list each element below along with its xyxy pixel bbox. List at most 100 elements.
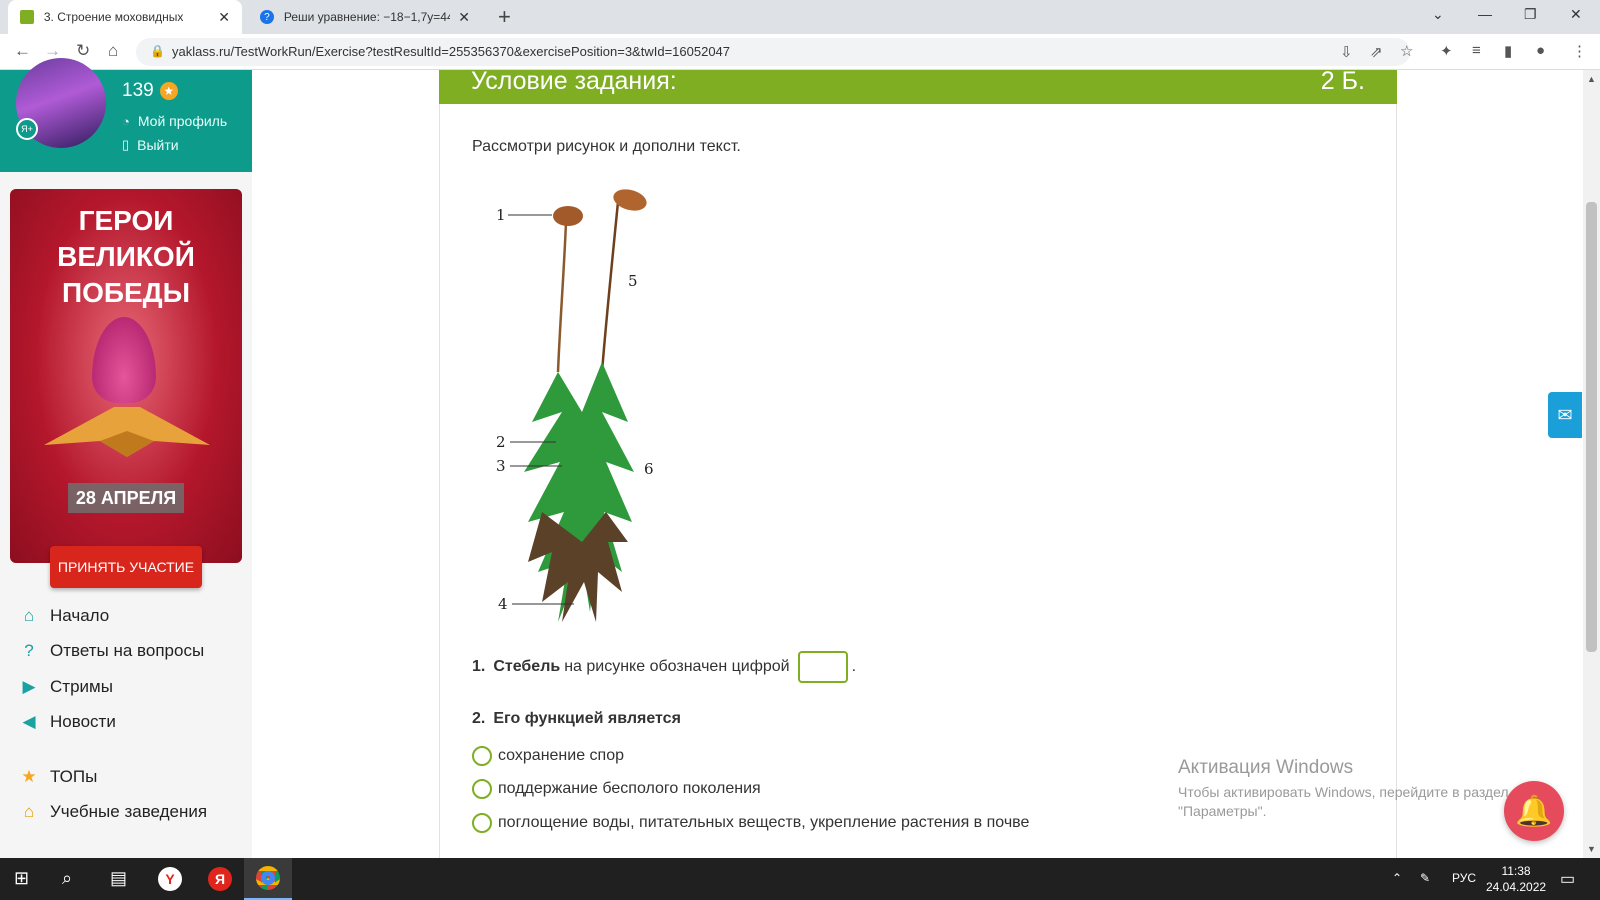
windows-start-icon[interactable]: ⊞ bbox=[14, 868, 29, 889]
mail-icon[interactable]: ✉ bbox=[1548, 392, 1582, 438]
q2-number: 2. bbox=[472, 710, 486, 727]
institution-icon: ⌂ bbox=[23, 802, 35, 821]
windows-taskbar: ⊞ ⌕ ▤ Y Я ⌃ ✎ РУС 11:38 24.04.2022 ▭ bbox=[0, 858, 1600, 900]
tab-title: 3. Строение моховидных bbox=[43, 10, 184, 24]
tray-expand-icon[interactable]: ⌃ bbox=[1392, 871, 1402, 885]
eternal-flame-icon bbox=[92, 317, 156, 403]
menu-label: Начало bbox=[50, 606, 110, 625]
scroll-thumb[interactable] bbox=[1586, 202, 1597, 652]
q1-number: 1. bbox=[472, 658, 486, 675]
minimize-icon[interactable]: — bbox=[1478, 6, 1492, 22]
reload-icon[interactable]: ↻ bbox=[76, 41, 90, 61]
new-tab-icon[interactable]: + bbox=[498, 4, 511, 30]
menu-item-home[interactable]: ⌂ Начало bbox=[18, 605, 109, 627]
close-icon[interactable]: ✕ bbox=[218, 9, 230, 26]
logout-link[interactable]: ▯ Выйти bbox=[122, 137, 179, 153]
figure-label-4: 4 bbox=[498, 595, 508, 613]
banner-line-1: ГЕРОИ bbox=[78, 205, 174, 236]
extensions-icon[interactable]: ✦ bbox=[1440, 42, 1453, 60]
answer-input[interactable] bbox=[797, 651, 848, 683]
address-bar[interactable]: 🔒 yaklass.ru/TestWorkRun/Exercise?testRe… bbox=[136, 38, 1413, 66]
clock[interactable]: 11:38 24.04.2022 bbox=[1486, 863, 1546, 895]
chrome-app[interactable] bbox=[244, 858, 292, 900]
points-counter: 139 ★ bbox=[122, 80, 178, 102]
tab-active[interactable]: 3. Строение моховидных ✕ bbox=[8, 0, 242, 34]
yandex-browser-app[interactable]: Y bbox=[146, 858, 194, 900]
window-close-icon[interactable]: ✕ bbox=[1570, 6, 1582, 23]
banner-line-2: ВЕЛИКОЙ bbox=[57, 241, 195, 272]
question-2: 2. Его функцией является bbox=[472, 710, 681, 728]
sidepanel-icon[interactable]: ▮ bbox=[1504, 42, 1512, 60]
windows-activation-watermark: Активация Windows Чтобы активировать Win… bbox=[1178, 757, 1509, 821]
home-icon: ⌂ bbox=[23, 606, 35, 625]
profile-icon[interactable]: ● bbox=[1536, 42, 1545, 59]
bookmark-star-icon[interactable]: ☆ bbox=[1400, 42, 1413, 60]
user-icon: ◔ bbox=[122, 113, 130, 129]
reading-list-icon[interactable]: ≡ bbox=[1472, 42, 1481, 59]
points-value: 139 bbox=[122, 80, 154, 101]
menu-item-news[interactable]: ◀ Новости bbox=[18, 711, 115, 733]
figure-label-3: 3 bbox=[496, 457, 506, 475]
task-title: Условие задания: bbox=[471, 67, 677, 95]
url-text[interactable]: yaklass.ru/TestWorkRun/Exercise?testResu… bbox=[172, 44, 730, 59]
tab-search-icon[interactable]: ⌄ bbox=[1432, 6, 1444, 23]
participate-button[interactable]: ПРИНЯТЬ УЧАСТИЕ bbox=[50, 546, 202, 588]
figure-label-1: 1 bbox=[496, 206, 506, 224]
menu-item-answers[interactable]: ? Ответы на вопросы bbox=[18, 640, 204, 662]
watermark-line-2: "Параметры". bbox=[1178, 803, 1267, 819]
yandex-app[interactable]: Я bbox=[196, 858, 244, 900]
menu-label: Ответы на вопросы bbox=[50, 641, 205, 660]
address-toolbar: ← → ↻ ⌂ 🔒 yaklass.ru/TestWorkRun/Exercis… bbox=[0, 34, 1600, 70]
restore-icon[interactable]: ❐ bbox=[1524, 6, 1537, 23]
menu-item-institutions[interactable]: ⌂ Учебные заведения bbox=[18, 801, 207, 823]
task-body: Рассмотри рисунок и дополни текст. 1 5 2… bbox=[439, 104, 1397, 858]
pen-icon[interactable]: ✎ bbox=[1420, 871, 1430, 885]
menu-item-tops[interactable]: ★ ТОПы bbox=[18, 766, 97, 788]
ya-badge-icon: Я+ bbox=[16, 118, 38, 140]
notification-bell-icon[interactable]: 🔔 bbox=[1504, 781, 1564, 841]
share-icon[interactable]: ⇗ bbox=[1370, 43, 1383, 61]
my-profile-label: Мой профиль bbox=[137, 113, 228, 129]
option-label: поглощение воды, питательных веществ, ук… bbox=[498, 814, 1030, 831]
my-profile-link[interactable]: ◔ Мой профиль bbox=[122, 113, 227, 129]
close-icon[interactable]: ✕ bbox=[458, 9, 470, 26]
scrollbar[interactable]: ▲ ▼ bbox=[1583, 70, 1600, 858]
tab-inactive[interactable]: ? Реши уравнение: −18−1,7y=44,4 ✕ bbox=[248, 0, 482, 34]
search-icon[interactable]: ⌕ bbox=[62, 868, 72, 889]
sidebar: Я+ 139 ★ ◔ Мой профиль ▯ Выйти ГЕРОИ ВЕЛ… bbox=[0, 58, 252, 858]
task-points: 2 Б. bbox=[1320, 67, 1365, 95]
language-indicator[interactable]: РУС bbox=[1452, 871, 1476, 885]
q1-end: . bbox=[851, 658, 857, 675]
task-view-icon[interactable]: ▤ bbox=[110, 868, 127, 889]
menu-item-streams[interactable]: ▶ Стримы bbox=[18, 676, 113, 698]
star-icon: ★ bbox=[159, 82, 178, 100]
chrome-icon bbox=[256, 866, 280, 890]
menu-icon[interactable]: ⋮ bbox=[1572, 42, 1587, 60]
victory-banner[interactable]: ГЕРОИ ВЕЛИКОЙ ПОБЕДЫ 28 АПРЕЛЯ bbox=[10, 189, 242, 563]
task-prompt: Рассмотри рисунок и дополни текст. bbox=[472, 138, 741, 155]
radio-button[interactable] bbox=[472, 746, 492, 766]
install-icon[interactable]: ⇩ bbox=[1340, 43, 1353, 61]
back-icon[interactable]: ← bbox=[14, 41, 31, 61]
question-favicon-icon: ? bbox=[260, 10, 274, 24]
option-2[interactable]: поддержание бесполого поколения bbox=[472, 779, 761, 799]
star-monument-icon bbox=[44, 407, 210, 457]
q1-text: на рисунке обозначен цифрой bbox=[564, 658, 790, 675]
task-header: Условие задания: 2 Б. bbox=[439, 67, 1397, 104]
figure-label-6: 6 bbox=[644, 460, 654, 478]
question-icon: ? bbox=[24, 641, 34, 660]
menu-label: Стримы bbox=[50, 677, 113, 696]
radio-button[interactable] bbox=[472, 813, 492, 833]
option-1[interactable]: сохранение спор bbox=[472, 746, 624, 766]
scroll-down-icon[interactable]: ▼ bbox=[1587, 844, 1596, 854]
radio-button[interactable] bbox=[472, 779, 492, 799]
browser-tab-bar: 3. Строение моховидных ✕ ? Реши уравнени… bbox=[0, 0, 1600, 34]
profile-panel: Я+ 139 ★ ◔ Мой профиль ▯ Выйти bbox=[0, 58, 252, 172]
home-icon[interactable]: ⌂ bbox=[108, 41, 118, 61]
scroll-up-icon[interactable]: ▲ bbox=[1587, 74, 1596, 84]
option-3[interactable]: поглощение воды, питательных веществ, ук… bbox=[472, 813, 1029, 833]
play-icon: ▶ bbox=[22, 677, 36, 696]
figure-label-5: 5 bbox=[628, 272, 638, 290]
watermark-line-1: Чтобы активировать Windows, перейдите в … bbox=[1178, 784, 1509, 800]
notifications-icon[interactable]: ▭ bbox=[1560, 869, 1575, 889]
